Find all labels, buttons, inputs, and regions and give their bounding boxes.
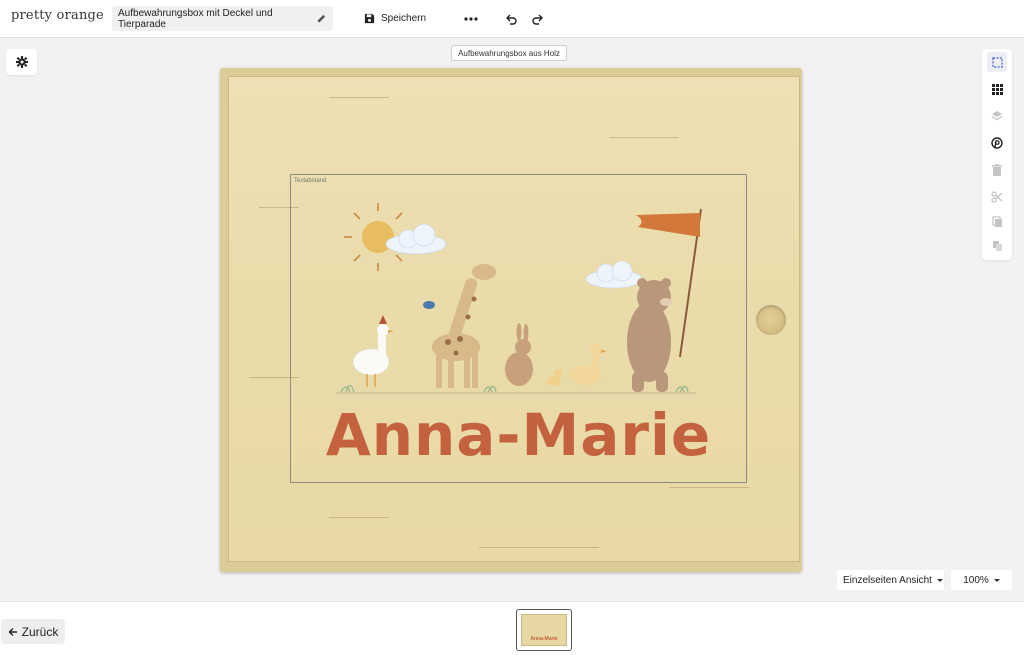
back-button[interactable]: Zurück [1,619,65,644]
bird-illustration [423,301,435,309]
text-area-frame[interactable]: Textabstand Anna-Marie [290,174,747,483]
top-bar: pretty orange Aufbewahrungsbox mit Decke… [0,0,1024,38]
scissors-icon [991,191,1003,203]
more-horizontal-icon [464,16,478,21]
chevron-down-icon [936,578,943,582]
back-label: Zurück [21,624,59,639]
grid-tool-button[interactable] [987,79,1007,99]
select-icon [991,56,1003,68]
bear-illustration [627,278,672,392]
trash-icon [992,164,1002,176]
product-type-label: Aufbewahrungsbox aus Holz [451,45,567,61]
edit-pencil-icon[interactable] [316,13,327,24]
gear-icon [15,56,28,68]
chevron-down-icon [993,578,1000,582]
save-label: Speichern [381,13,427,24]
box-lid: Textabstand Anna-Marie [228,76,800,562]
copy-icon [991,216,1002,227]
save-button[interactable]: Speichern [364,9,426,28]
zoom-dropdown[interactable]: 100% [951,570,1012,590]
bottom-bar: Zurück Anna-Marie [0,601,1024,655]
zoom-label: 100% [963,574,989,586]
duplicate-icon [992,241,1002,251]
more-options-button[interactable] [461,9,481,28]
text-area-label: Textabstand [294,178,327,184]
design-canvas[interactable]: Textabstand Anna-Marie [220,68,802,572]
view-mode-label: Einzelseiten Ansicht [843,574,932,586]
layers-tool-button[interactable] [987,106,1007,126]
cut-tool-button[interactable] [987,187,1007,207]
undo-button[interactable] [503,9,521,28]
view-mode-dropdown[interactable]: Einzelseiten Ansicht [837,570,944,590]
brand-logo[interactable]: pretty orange [11,8,104,23]
box-knob [756,305,786,335]
duplicate-tool-button[interactable] [987,236,1007,256]
delete-tool-button[interactable] [987,160,1007,180]
giraffe-illustration [432,264,496,388]
select-tool-button[interactable] [987,52,1007,72]
thumbnail-preview: Anna-Marie [521,614,567,646]
name-text[interactable]: Anna-Marie [291,401,746,469]
save-disk-icon [364,13,375,24]
layers-icon [991,111,1003,121]
page-thumbnail[interactable]: Anna-Marie [516,609,572,651]
pinterest-button[interactable] [987,133,1007,153]
duckling-illustration [547,369,562,386]
thumbnail-name-text: Anna-Marie [530,636,558,642]
document-title-field[interactable]: Aufbewahrungsbox mit Deckel und Tierpara… [112,6,333,31]
undo-icon [506,14,517,25]
animal-parade-illustration[interactable] [336,187,706,397]
cloud-right-illustration [585,260,643,289]
redo-button[interactable] [528,9,546,28]
arrow-left-icon [8,627,17,636]
duck-illustration [571,344,607,385]
redo-icon [532,14,543,25]
rabbit-illustration [505,323,533,386]
copy-tool-button[interactable] [987,212,1007,232]
goose-illustration [352,315,394,387]
grid-icon [991,83,1003,95]
settings-button[interactable] [6,49,37,75]
pinterest-icon [991,137,1003,149]
cloud-left-illustration [385,223,447,255]
editor-toolbar [982,49,1012,260]
document-title: Aufbewahrungsbox mit Deckel und Tierpara… [118,7,273,30]
